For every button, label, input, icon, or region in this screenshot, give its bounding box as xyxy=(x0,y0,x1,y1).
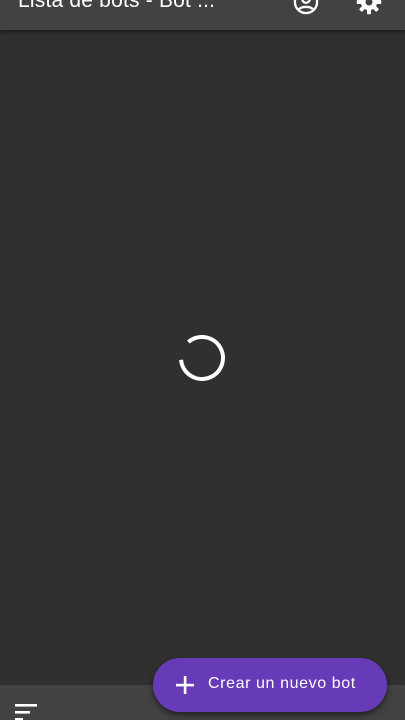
settings-button[interactable] xyxy=(355,0,383,16)
plus-icon xyxy=(176,676,194,694)
app-bar: Lista de bots - Bot ... xyxy=(0,0,405,30)
progress-spinner-icon xyxy=(179,335,225,381)
bot-list-content xyxy=(0,30,405,685)
create-bot-label: Crear un nuevo bot xyxy=(208,675,356,692)
account-circle-icon xyxy=(293,0,319,15)
sort-icon xyxy=(15,704,37,720)
settings-gear-icon xyxy=(356,0,382,15)
app-title: Lista de bots - Bot ... xyxy=(18,0,216,12)
create-bot-fab[interactable]: Crear un nuevo bot xyxy=(153,658,387,712)
sort-button[interactable] xyxy=(14,701,40,720)
app-screen: Lista de bots - Bot ... Crear un nuevo b… xyxy=(0,0,405,720)
account-button[interactable] xyxy=(292,0,320,16)
